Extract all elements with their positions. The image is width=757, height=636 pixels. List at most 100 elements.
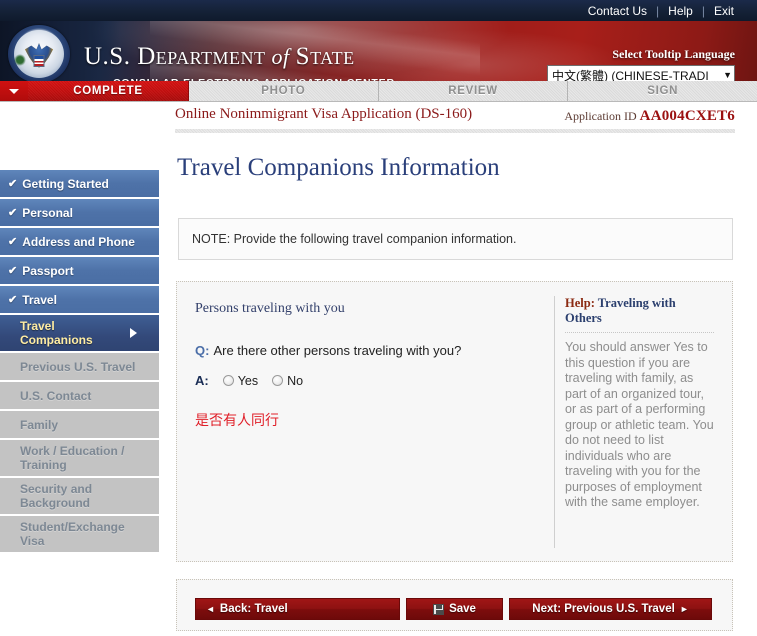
site-banner: U.S. Department of State CONSULAR ELECTR… (0, 21, 757, 81)
department-title: U.S. Department of State (84, 43, 355, 71)
tooltip-language-label: Select Tooltip Language (612, 47, 735, 61)
help-divider (565, 332, 714, 333)
question-marker: Q: (195, 343, 210, 358)
contact-us-link[interactable]: Contact Us (579, 4, 656, 18)
application-id-value: AA004CXET6 (639, 108, 735, 124)
application-id: Application ID AA004CXET6 (564, 106, 735, 125)
sidebar-item-label: Travel (22, 292, 57, 307)
application-form-title: Online Nonimmigrant Visa Application (DS… (175, 106, 473, 122)
next-button-label: Next: Previous U.S. Travel (532, 603, 675, 615)
application-page: Contact Us | Help | Exit U.S. Department… (0, 0, 757, 636)
sidebar-item-label: Getting Started (22, 176, 109, 191)
sidebar-item-security-and-background[interactable]: Security and Background (0, 478, 159, 514)
sidebar-item-student-exchange-visa[interactable]: Student/Exchange Visa (0, 516, 159, 552)
top-utility-links: Contact Us | Help | Exit (579, 4, 757, 18)
department-subtitle: CONSULAR ELECTRONIC APPLICATION CENTER (113, 77, 395, 81)
help-title-prefix: Help: (565, 296, 598, 310)
answer-row: A: Yes No (195, 373, 562, 388)
dept-title-of: of (265, 44, 296, 69)
sidebar-item-label: Travel Companions (20, 319, 93, 347)
radio-button-no[interactable] (272, 375, 284, 386)
translated-question-note: 是否有人同行 (195, 413, 279, 429)
sidebar-item-label: Passport (22, 263, 74, 278)
form-panel: Persons traveling with you Q: Are there … (176, 281, 733, 562)
exit-link[interactable]: Exit (705, 4, 743, 18)
department-of-state-seal-icon (8, 25, 70, 81)
note-text: NOTE: Provide the following travel compa… (192, 232, 517, 246)
sidebar-item-travel-companions[interactable]: Travel Companions (0, 315, 159, 351)
radio-label-yes: Yes (237, 373, 259, 388)
check-icon: ✔ (8, 294, 18, 306)
save-button-label: Save (449, 603, 476, 615)
sidebar-item-previous-us-travel[interactable]: Previous U.S. Travel (0, 353, 159, 380)
header-divider (175, 129, 735, 133)
check-icon: ✔ (8, 178, 18, 190)
sidebar-item-label: Student/Exchange Visa (20, 520, 125, 548)
tab-photo[interactable]: PHOTO (189, 81, 379, 101)
question-text: Are there other persons traveling with y… (213, 343, 462, 358)
help-body-text: You should answer Yes to this question i… (565, 340, 714, 509)
section-label: Persons traveling with you (195, 301, 345, 316)
sidebar-item-work-education-training[interactable]: Work / Education / Training (0, 440, 159, 476)
sidebar-item-travel[interactable]: ✔ Travel (0, 286, 159, 313)
tooltip-language-value: 中文(繁體) (CHINESE-TRADI (552, 68, 709, 82)
sidebar-item-family[interactable]: Family (0, 411, 159, 438)
wizard-tab-strip: COMPLETE PHOTO REVIEW SIGN (0, 81, 757, 102)
sidebar-item-label: Work / Education / Training (20, 444, 125, 472)
dept-title-part4: tate (310, 43, 355, 70)
sidebar-item-label: Previous U.S. Travel (20, 359, 136, 374)
question-row: Q: Are there other persons traveling wit… (195, 343, 562, 359)
check-icon: ✔ (8, 265, 18, 277)
tab-complete[interactable]: COMPLETE (28, 81, 189, 101)
sidebar-item-label: U.S. Contact (20, 388, 92, 403)
form-fields-column: Persons traveling with you Q: Are there … (177, 282, 562, 561)
chevron-down-icon: ▼ (723, 70, 732, 80)
back-button[interactable]: ◄ Back: Travel (195, 598, 400, 620)
dept-title-part1: U.S. D (84, 43, 156, 70)
content-header: Online Nonimmigrant Visa Application (DS… (175, 106, 735, 130)
help-link[interactable]: Help (659, 4, 702, 18)
floppy-disk-icon (433, 603, 445, 615)
tooltip-language-select[interactable]: 中文(繁體) (CHINESE-TRADI ▼ (547, 65, 735, 81)
help-title: Help: Traveling with Others (565, 296, 714, 332)
caret-left-icon: ◄ (206, 604, 215, 614)
application-id-label: Application ID (564, 109, 640, 123)
sidebar-item-label: Family (20, 417, 59, 432)
answer-marker: A: (195, 373, 209, 388)
seal-shield (33, 55, 45, 68)
tab-caret-button[interactable] (0, 81, 28, 101)
sidebar-item-address-and-phone[interactable]: ✔ Address and Phone (0, 228, 159, 255)
sidebar-item-label: Personal (22, 205, 73, 220)
tab-sign[interactable]: SIGN (568, 81, 757, 101)
sidebar-item-personal[interactable]: ✔ Personal (0, 199, 159, 226)
top-utility-bar: Contact Us | Help | Exit (0, 0, 757, 21)
tab-review[interactable]: REVIEW (378, 81, 569, 101)
sidebar-navigation: ✔ Getting Started ✔ Personal ✔ Address a… (0, 170, 160, 554)
button-row: ◄ Back: Travel Save Next: Previous U.S. … (195, 598, 718, 620)
sidebar-item-passport[interactable]: ✔ Passport (0, 257, 159, 284)
check-icon: ✔ (8, 207, 18, 219)
help-panel: Help: Traveling with Others You should a… (554, 296, 714, 548)
dept-title-part2: epartment (155, 43, 266, 70)
next-button[interactable]: Next: Previous U.S. Travel ► (509, 598, 712, 620)
radio-label-no: No (287, 373, 304, 388)
radio-button-yes[interactable] (222, 375, 234, 386)
sidebar-item-label: Security and Background (20, 482, 93, 510)
check-icon: ✔ (8, 236, 18, 248)
radio-option-yes[interactable]: Yes (222, 373, 259, 388)
note-box: NOTE: Provide the following travel compa… (178, 218, 733, 260)
radio-option-no[interactable]: No (272, 374, 303, 388)
form-button-bar: ◄ Back: Travel Save Next: Previous U.S. … (176, 579, 733, 631)
page-bottom-strip (0, 632, 757, 636)
page-title: Travel Companions Information (177, 154, 500, 181)
sidebar-item-us-contact[interactable]: U.S. Contact (0, 382, 159, 409)
chevron-right-icon (130, 328, 137, 338)
caret-right-icon: ► (679, 604, 689, 614)
save-button[interactable]: Save (406, 598, 503, 620)
back-button-label: Back: Travel (219, 603, 288, 615)
sidebar-item-label: Address and Phone (22, 234, 135, 249)
seal-olive-branch (14, 54, 26, 66)
dept-title-part3: S (295, 43, 311, 70)
sidebar-item-getting-started[interactable]: ✔ Getting Started (0, 170, 159, 197)
chevron-down-icon (9, 88, 19, 94)
